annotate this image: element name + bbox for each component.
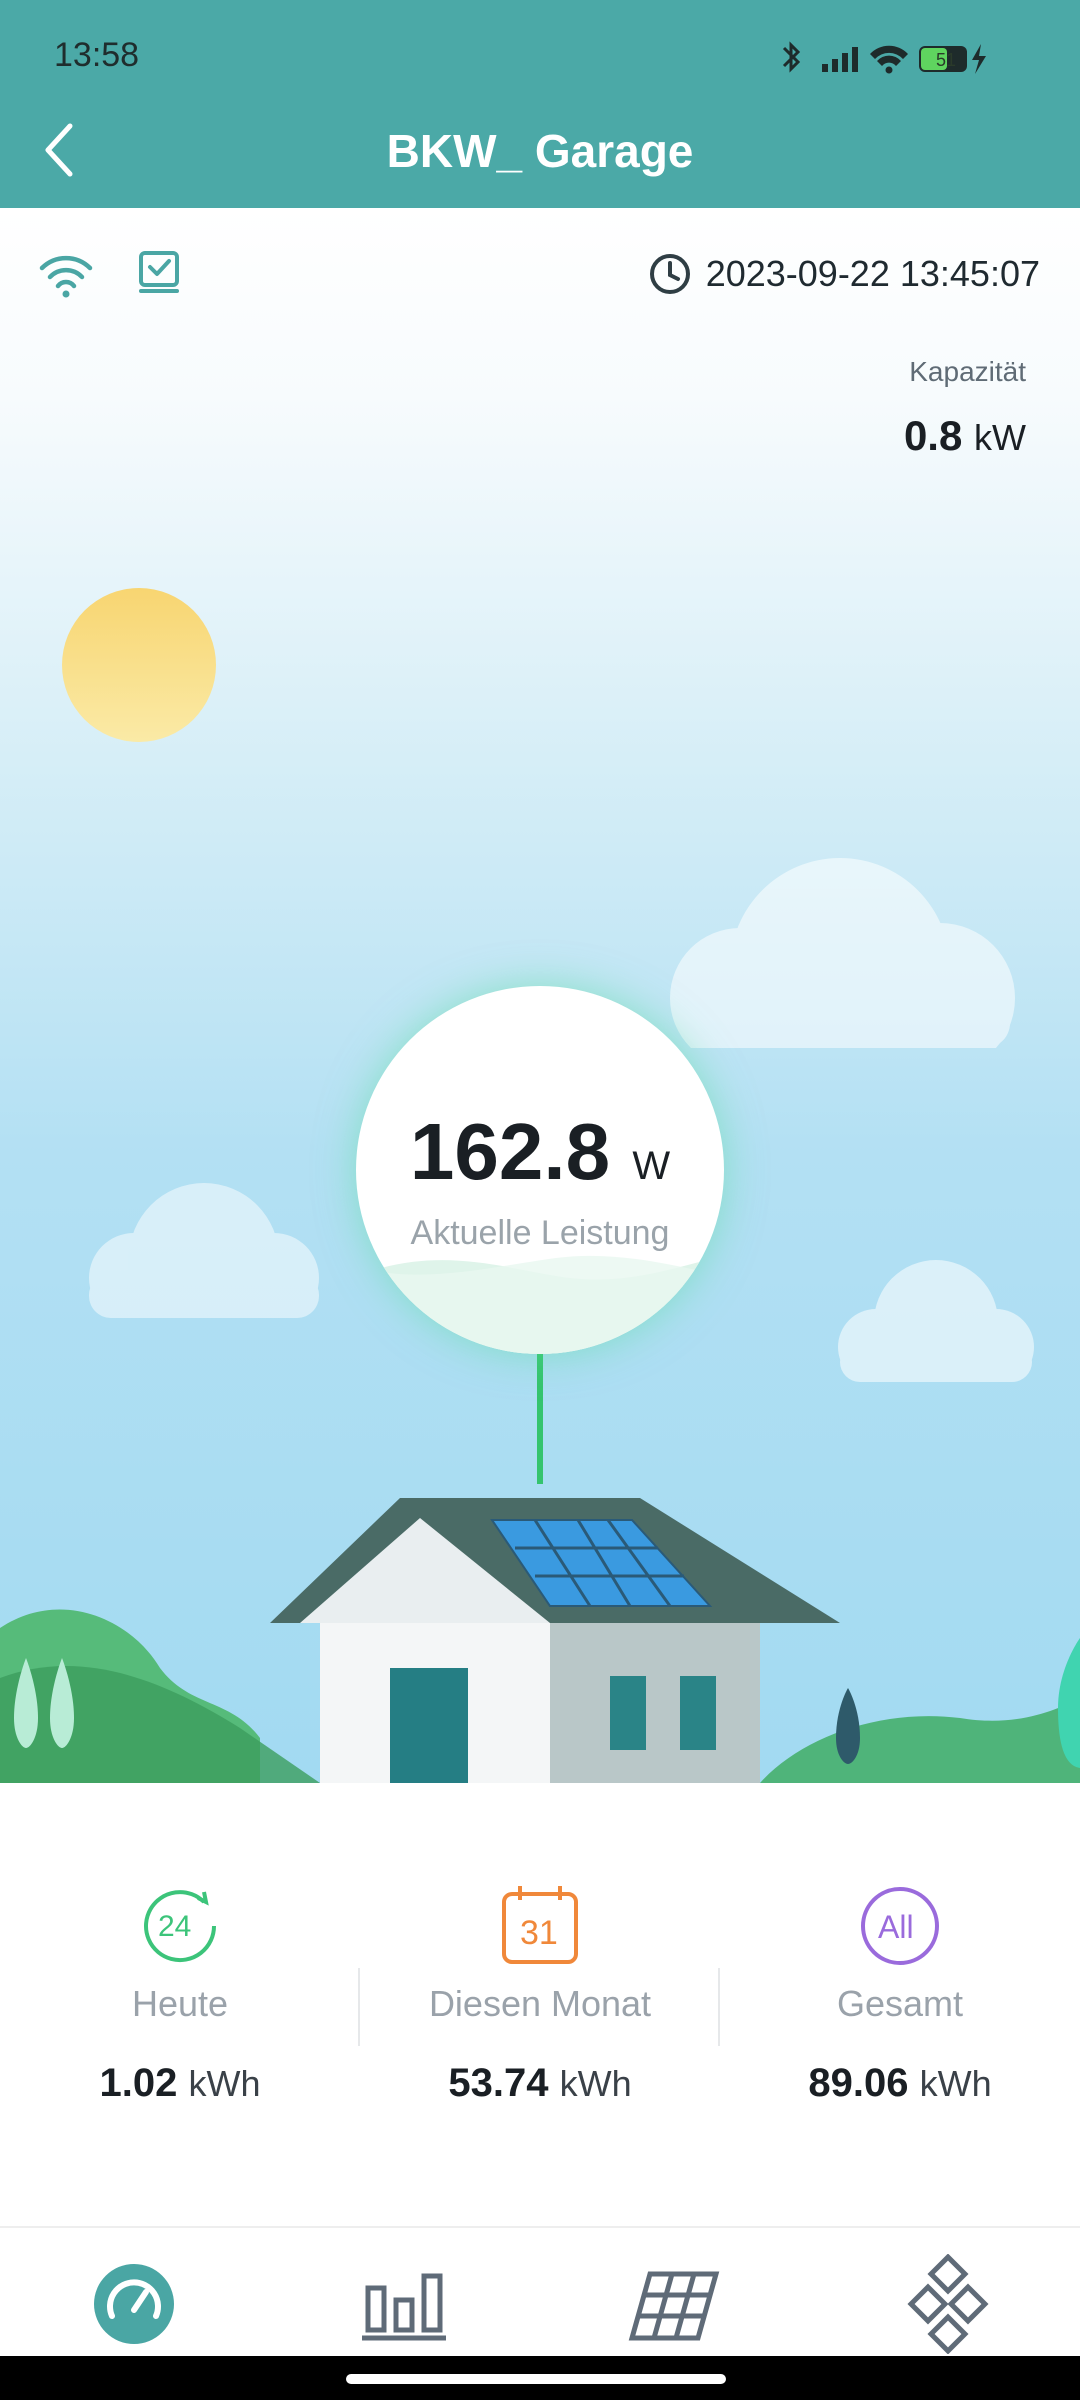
statistics-tab[interactable]	[354, 2254, 454, 2354]
signal-icon	[822, 47, 858, 72]
stat-month-number: 53.74	[448, 2061, 549, 2105]
timestamp-text: 2023-09-22 13:45:07	[705, 253, 1040, 294]
stat-today[interactable]: 24 Heute 1.02 kWh	[10, 1880, 350, 2106]
capacity-number: 0.8	[903, 412, 963, 459]
svg-text:All: All	[878, 1909, 914, 1945]
device-check-icon[interactable]	[136, 248, 184, 296]
stat-total-value: 89.06 kWh	[730, 2061, 1070, 2106]
last-update: 2023-09-22 13:45:07	[648, 252, 1040, 296]
home-indicator[interactable]	[346, 2374, 726, 2384]
svg-text:24: 24	[158, 1910, 191, 1943]
stat-today-number: 1.02	[99, 2061, 178, 2105]
power-value: 162.8 W	[356, 1106, 724, 1198]
stat-total-label: Gesamt	[836, 1983, 964, 2024]
stats-divider	[718, 1968, 720, 2046]
svg-text:31: 31	[520, 1914, 558, 1952]
power-label: Aktuelle Leistung	[410, 1214, 670, 1252]
bluetooth-icon	[782, 41, 801, 73]
cloud-icon	[89, 1183, 319, 1318]
charging-icon	[972, 44, 986, 74]
stat-total-unit: kWh	[919, 2063, 992, 2104]
wifi-icon	[870, 45, 908, 74]
24h-icon: 24	[144, 1890, 216, 1963]
wave-decoration	[356, 1255, 724, 1354]
more-tab[interactable]	[898, 2254, 998, 2354]
power-number: 162.8	[409, 1107, 611, 1196]
solar-panel-icon	[628, 2271, 720, 2341]
panels-tab[interactable]	[624, 2254, 724, 2354]
capacity-unit: kW	[974, 417, 1026, 458]
power-unit: W	[632, 1144, 671, 1188]
door	[390, 1668, 468, 1783]
calendar-icon: 31	[502, 1886, 578, 1964]
stat-today-value: 1.02 kWh	[10, 2061, 350, 2106]
stat-total-number: 89.06	[808, 2061, 909, 2105]
capacity-label: Kapazität	[909, 356, 1026, 387]
battery-icon: 51	[919, 44, 986, 74]
stat-today-unit: kWh	[188, 2063, 261, 2104]
house-illustration	[270, 1498, 840, 1783]
status-time: 13:58	[54, 36, 140, 74]
dashboard-tab[interactable]	[84, 2254, 184, 2354]
cloud-icon	[838, 1260, 1034, 1382]
status-icons: 51	[782, 41, 986, 74]
capacity-value: 0.8 kW	[904, 412, 1026, 460]
stat-total[interactable]: All Gesamt 89.06 kWh	[730, 1880, 1070, 2106]
stat-month[interactable]: 31 Diesen Monat 53.74 kWh	[370, 1880, 710, 2106]
page-title: BKW_ Garage	[386, 125, 694, 177]
all-icon: All	[861, 1887, 939, 1965]
stat-month-label: Diesen Monat	[428, 1983, 652, 2024]
cloud-icon	[670, 858, 1015, 1048]
stat-month-unit: kWh	[559, 2063, 632, 2104]
stat-month-value: 53.74 kWh	[370, 2061, 710, 2106]
current-power-circle: 162.8 W Aktuelle Leistung	[356, 986, 724, 1354]
battery-level: 51	[936, 50, 956, 70]
wifi-status-icon[interactable]	[36, 250, 96, 300]
power-line	[537, 1352, 543, 1484]
grid-diamond-icon	[907, 2254, 989, 2354]
sun-icon	[62, 588, 216, 742]
stat-today-label: Heute	[131, 1983, 229, 2024]
stats-divider	[358, 1968, 360, 2046]
clock-icon	[649, 254, 690, 294]
bar-chart-icon	[362, 2273, 446, 2341]
